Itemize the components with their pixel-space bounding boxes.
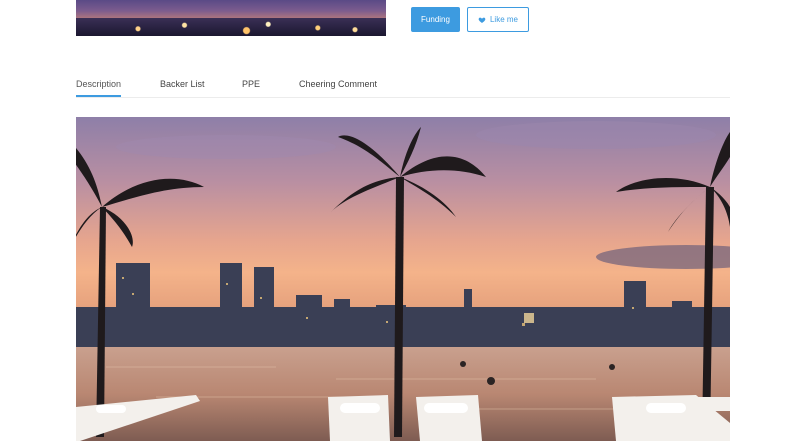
tab-bar: Description Backer List PPE Cheering Com…: [76, 72, 730, 98]
project-thumbnail-image: [76, 0, 386, 36]
tab-backer-list-label: Backer List: [160, 79, 205, 89]
project-main-image: [76, 117, 730, 441]
funding-button[interactable]: Funding: [411, 7, 460, 32]
tab-backer-list[interactable]: Backer List: [160, 72, 205, 97]
infinity-pool-illustration: [76, 121, 730, 441]
tab-description-label: Description: [76, 79, 122, 89]
tab-cheering-comment[interactable]: Cheering Comment: [299, 72, 377, 97]
tab-ppe[interactable]: PPE: [242, 72, 260, 97]
city-lights: [76, 18, 386, 36]
tab-ppe-label: PPE: [242, 79, 261, 89]
funding-button-label: Funding: [421, 15, 450, 24]
like-button[interactable]: Like me: [467, 7, 529, 32]
tab-cheering-comment-label: Cheering Comment: [299, 79, 378, 89]
tab-description[interactable]: Description: [76, 72, 122, 97]
like-button-label: Like me: [489, 15, 518, 24]
heart-icon: [478, 17, 486, 23]
